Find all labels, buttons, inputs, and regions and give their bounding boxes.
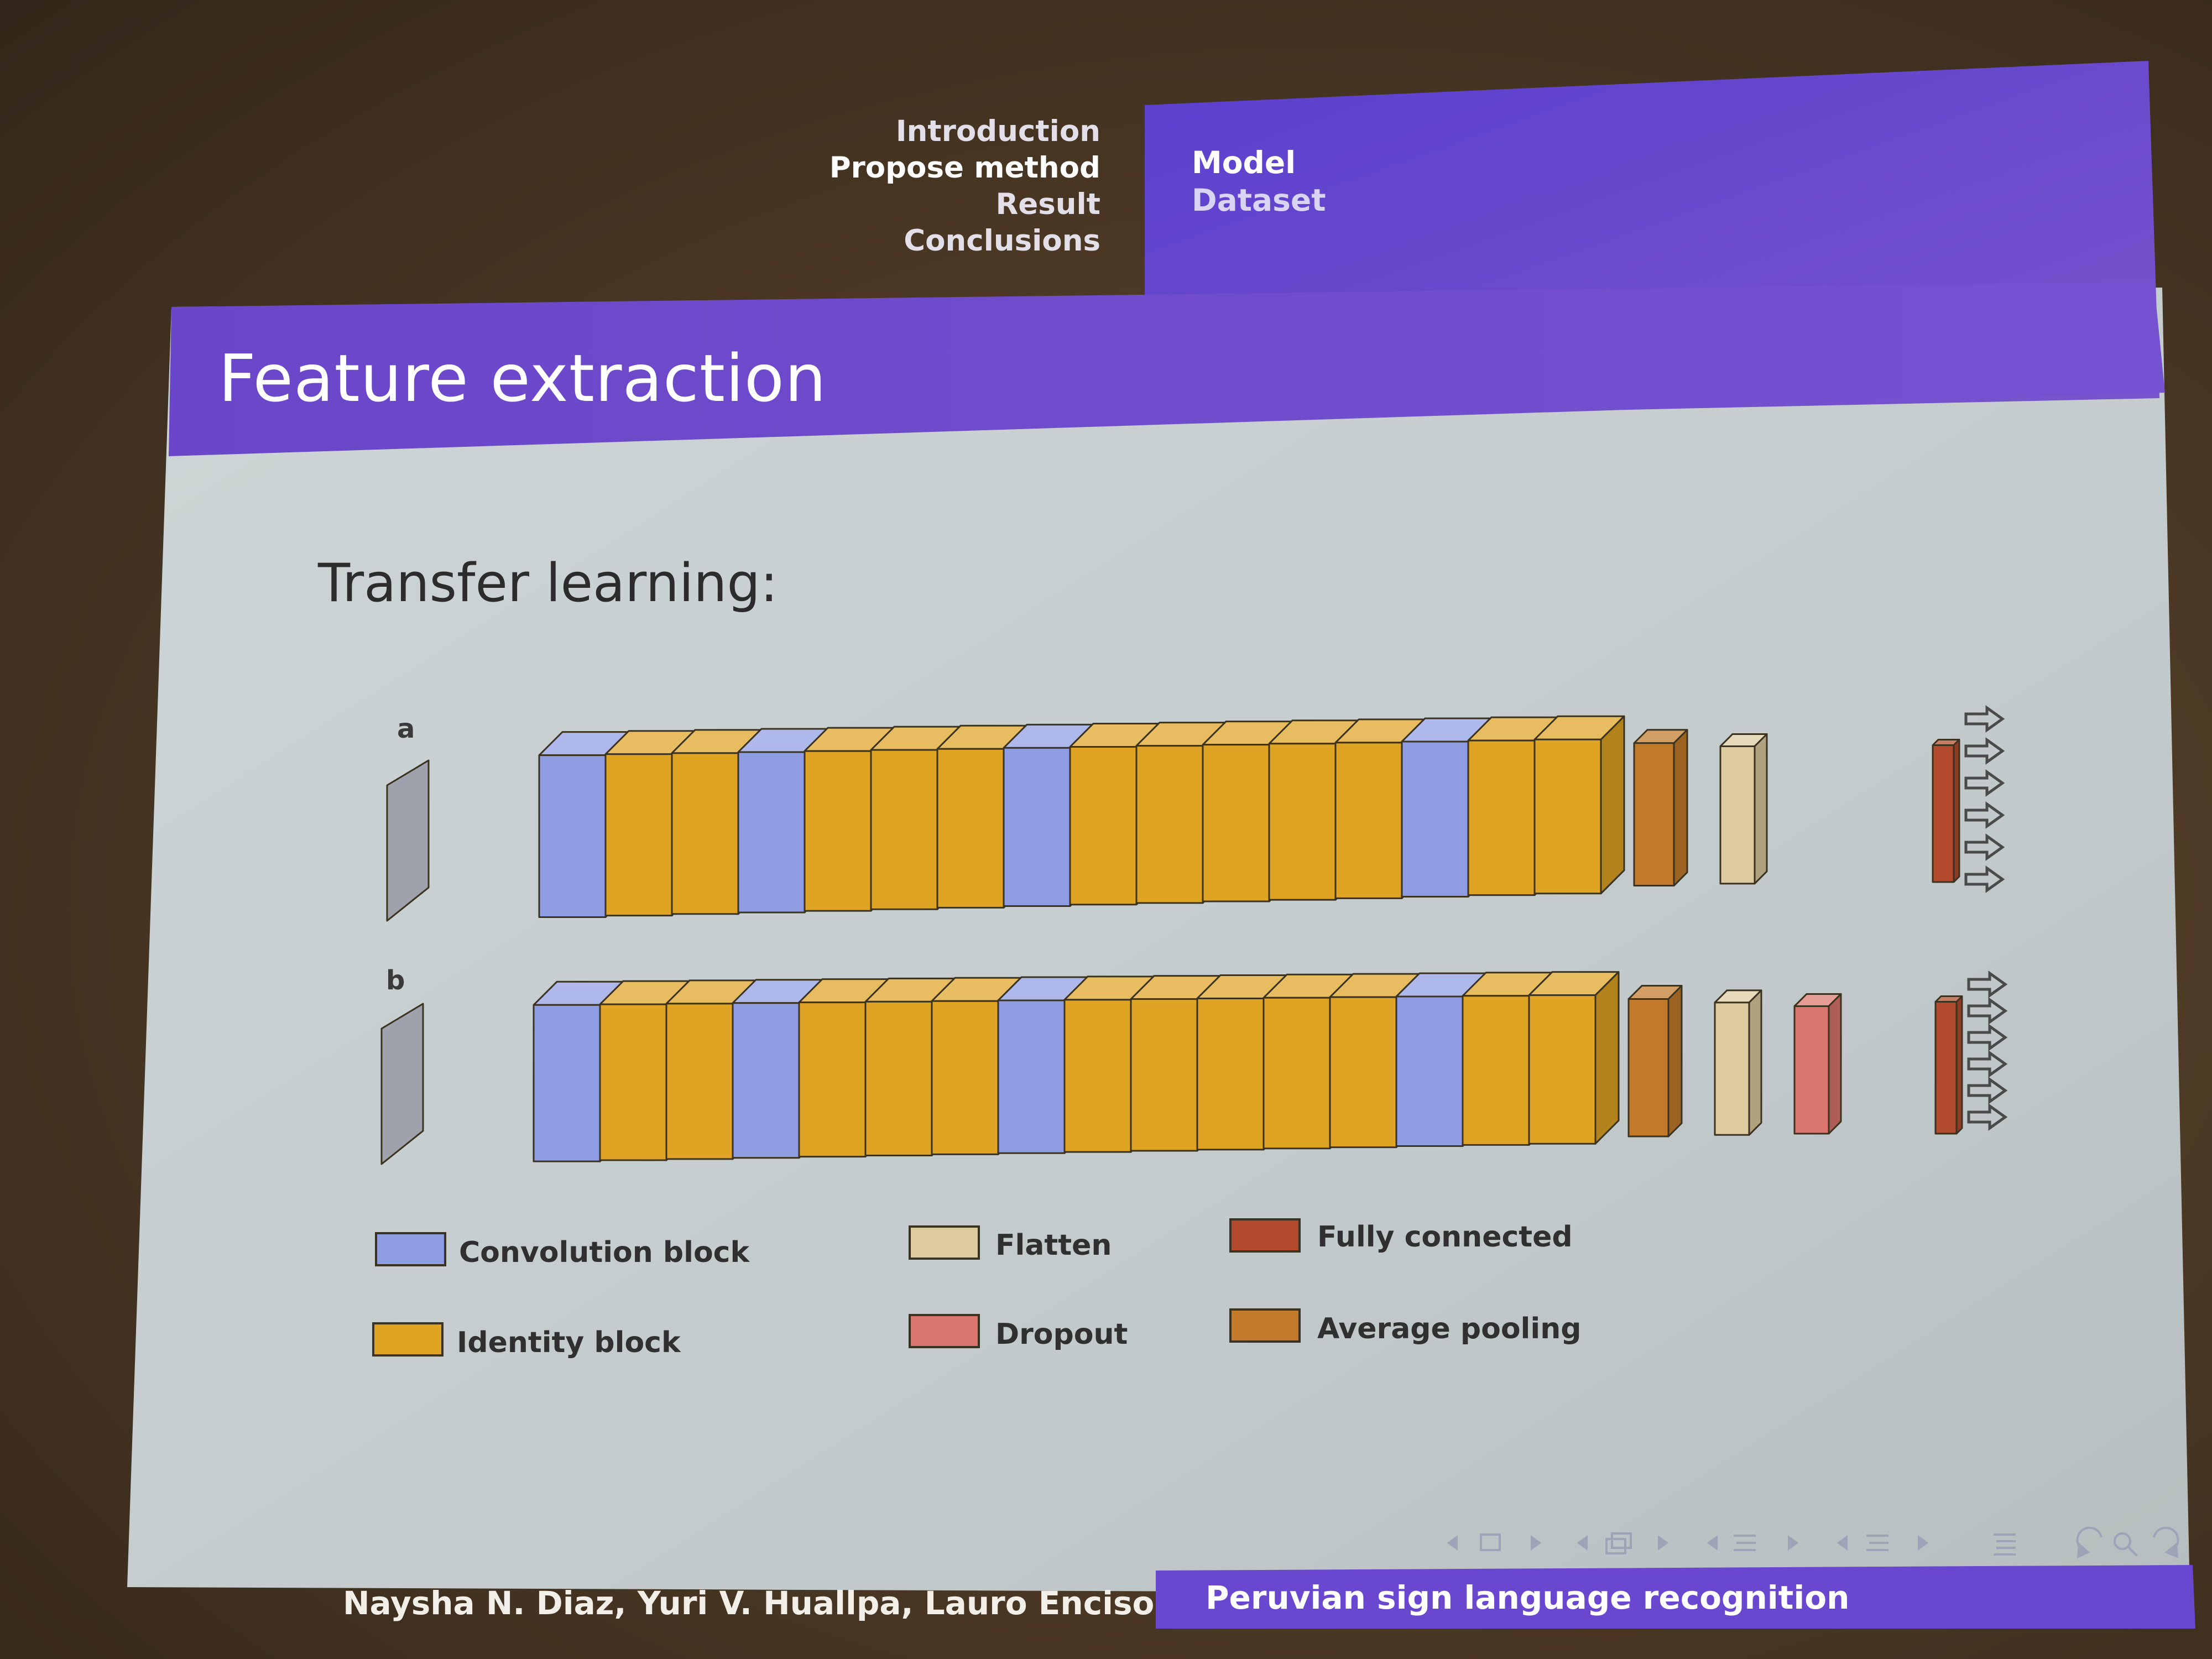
legend-swatch-convolution-block [375, 1232, 446, 1266]
flatten-layer-front [1719, 745, 1756, 885]
average-pooling-layer-side [1673, 729, 1688, 887]
identity-block-side [1600, 715, 1625, 895]
convolution-block-front [997, 999, 1066, 1154]
identity-block-front [1135, 745, 1204, 904]
flatten-layer-side [1754, 733, 1768, 885]
fully-connected-layer-front [1932, 744, 1955, 883]
legend-label-identity-block: Identity block [457, 1326, 681, 1359]
output-arrow [1964, 705, 2005, 733]
flatten-layer-front [1714, 1001, 1750, 1136]
identity-block-side [1594, 971, 1620, 1145]
identity-block-front [931, 1000, 999, 1155]
fully-connected-layer-front [1934, 1001, 1958, 1135]
output-arrows-a [1964, 705, 2005, 893]
diagram-row-a [386, 715, 1960, 922]
legend-swatch-flatten-layer [909, 1225, 980, 1260]
identity-block-front [870, 749, 938, 910]
identity-block-front [1262, 997, 1331, 1150]
identity-block-front [1202, 744, 1270, 902]
convolution-block-front [1395, 995, 1464, 1147]
input-image [380, 1003, 424, 1165]
output-arrow [1967, 1024, 2008, 1051]
identity-block-front [936, 748, 1005, 909]
subsection-nav-icon[interactable] [1577, 1532, 1669, 1554]
legend-swatch-identity-block [372, 1322, 444, 1357]
identity-block-front [1130, 998, 1198, 1152]
output-arrow [1964, 801, 2005, 829]
identity-block-front [1334, 742, 1403, 899]
forward-icon[interactable] [2153, 1526, 2179, 1559]
legend-swatch-dropout-layer [909, 1314, 980, 1348]
outline-icon[interactable] [1994, 1533, 2016, 1556]
diagram-row-b [380, 971, 1963, 1165]
output-arrow [1964, 737, 2005, 765]
architecture-diagram [372, 705, 2008, 1357]
identity-block-front [604, 753, 673, 917]
row-label-a: a [397, 713, 415, 744]
output-arrow [1967, 1103, 2008, 1131]
convolution-block-front [732, 1002, 800, 1159]
output-arrow [1964, 769, 2005, 797]
identity-block-front [1329, 996, 1397, 1149]
row-label-b: b [386, 965, 405, 996]
average-pooling-layer-front [1627, 998, 1670, 1138]
output-arrow [1964, 865, 2005, 893]
identity-block-front [599, 1003, 667, 1161]
identity-block-front [1063, 999, 1132, 1153]
identity-block-front [1268, 743, 1337, 901]
output-arrow [1967, 1077, 2008, 1104]
output-arrow [1967, 997, 2008, 1025]
identity-block-front [671, 752, 739, 915]
convolution-block-front [1401, 740, 1469, 898]
output-arrows-b [1967, 971, 2008, 1131]
legend-swatch-average-pooling-layer [1229, 1308, 1301, 1343]
section-nav-icon[interactable] [1707, 1535, 1799, 1551]
beamer-slide: Introduction Propose method Result Concl… [0, 0, 2212, 1659]
identity-block-front [1196, 997, 1265, 1151]
footer-short-title: Peruvian sign language recognition [1206, 1579, 1850, 1616]
dropout-layer-side [1828, 993, 1842, 1135]
legend-label-fully-connected: Fully connected [1317, 1220, 1573, 1254]
identity-block-front [1069, 745, 1138, 906]
flatten-layer-side [1748, 989, 1762, 1136]
legend-label-convolution-block: Convolution block [459, 1236, 750, 1269]
dropout-layer-front [1793, 1005, 1830, 1135]
convolution-block-front [1003, 747, 1071, 907]
legend-swatch-fully-connected-layer [1229, 1218, 1301, 1253]
output-arrow [1964, 833, 2005, 861]
legend-label-flatten: Flatten [995, 1229, 1112, 1262]
legend-label-dropout: Dropout [995, 1318, 1128, 1351]
beamer-navigation-symbols [1447, 1526, 2179, 1559]
output-arrow [1967, 1050, 2008, 1078]
legend-label-average-pooling: Average pooling [1317, 1312, 1582, 1345]
identity-block-front [1533, 738, 1602, 895]
identity-block-front [798, 1001, 867, 1158]
convolution-block-front [533, 1004, 601, 1162]
identity-block-front [804, 750, 872, 912]
identity-block-front [665, 1003, 734, 1160]
convolution-block-front [737, 751, 806, 914]
identity-block-front [1462, 995, 1530, 1146]
frame-nav-icon[interactable] [1447, 1533, 1542, 1551]
identity-block-front [1467, 739, 1536, 896]
average-pooling-layer-side [1667, 985, 1683, 1138]
back-icon[interactable] [2076, 1526, 2103, 1559]
input-image [386, 759, 430, 922]
output-arrow [1967, 971, 2008, 998]
footer-authors: Naysha N. Diaz, Yuri V. Huallpa, Lauro E… [343, 1584, 1155, 1622]
average-pooling-layer-front [1633, 742, 1675, 887]
identity-block-front [1528, 994, 1597, 1145]
convolution-block-front [538, 754, 607, 918]
search-icon[interactable] [2114, 1532, 2138, 1557]
identity-block-front [864, 1000, 933, 1156]
document-nav-icon[interactable] [1837, 1535, 1929, 1551]
